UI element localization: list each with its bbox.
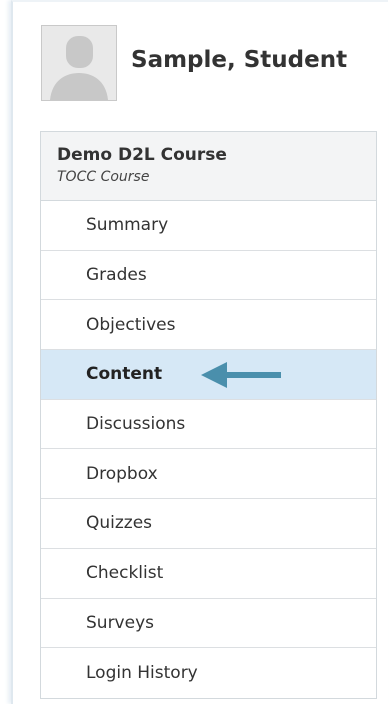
nav-item-label: Objectives <box>86 314 176 335</box>
avatar[interactable] <box>41 25 117 101</box>
course-navigation: Demo D2L Course TOCC Course Summary Grad… <box>40 131 377 699</box>
nav-item-surveys[interactable]: Surveys <box>41 599 376 649</box>
left-arrow-icon <box>201 362 281 389</box>
nav-item-checklist[interactable]: Checklist <box>41 549 376 599</box>
nav-item-login-history[interactable]: Login History <box>41 648 376 698</box>
nav-item-dropbox[interactable]: Dropbox <box>41 449 376 500</box>
nav-item-label: Login History <box>86 663 198 684</box>
user-silhouette-icon <box>42 26 116 100</box>
course-subtitle: TOCC Course <box>57 169 150 185</box>
student-name[interactable]: Sample, Student <box>131 47 347 73</box>
nav-item-label: Grades <box>86 265 147 286</box>
nav-item-label: Summary <box>86 215 169 236</box>
user-profile: Sample, Student <box>27 24 377 104</box>
nav-item-label: Dropbox <box>86 463 158 484</box>
nav-item-label: Content <box>86 364 163 385</box>
nav-item-grades[interactable]: Grades <box>41 251 376 301</box>
nav-item-content[interactable]: Content <box>41 350 376 400</box>
nav-item-objectives[interactable]: Objectives <box>41 300 376 351</box>
nav-item-label: Quizzes <box>86 513 153 534</box>
course-header[interactable]: Demo D2L Course TOCC Course <box>41 132 376 201</box>
course-title: Demo D2L Course <box>57 145 227 165</box>
nav-item-discussions[interactable]: Discussions <box>41 400 376 450</box>
nav-item-label: Checklist <box>86 563 164 584</box>
nav-item-label: Surveys <box>86 612 154 633</box>
nav-item-quizzes[interactable]: Quizzes <box>41 499 376 549</box>
nav-item-summary[interactable]: Summary <box>41 201 376 251</box>
nav-item-label: Discussions <box>86 414 186 435</box>
